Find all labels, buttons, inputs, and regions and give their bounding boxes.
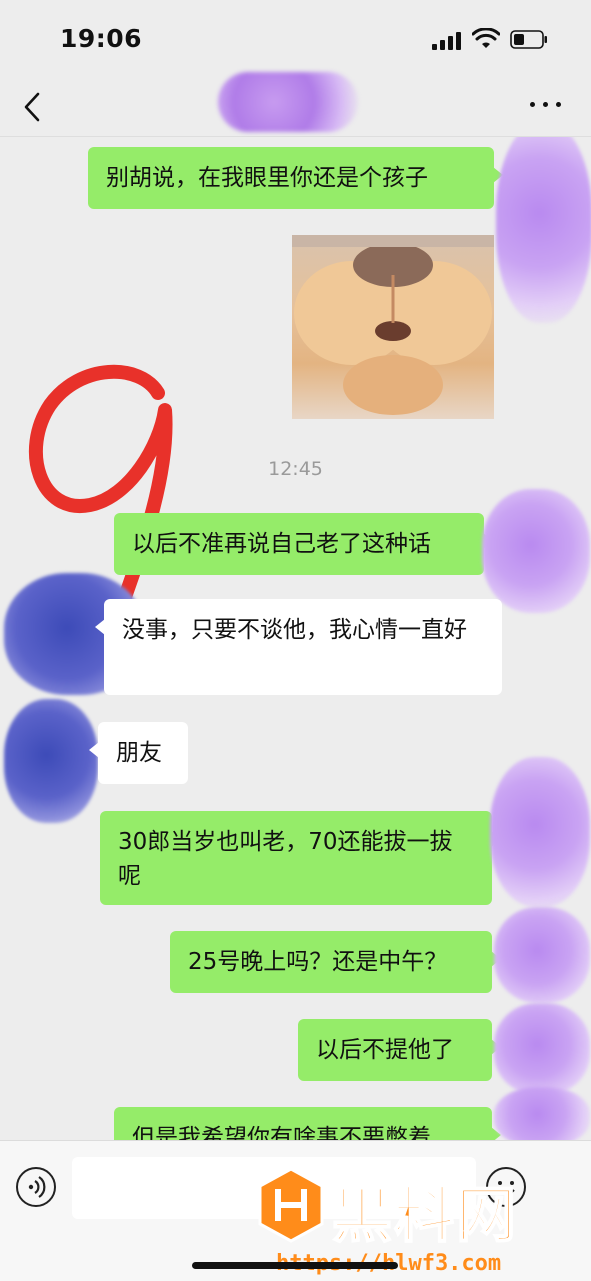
message-bubble-outgoing[interactable]: 但是我希望你有啥事不要憋着 — [114, 1107, 501, 1140]
voice-icon — [28, 1176, 46, 1198]
message-bubble-outgoing[interactable]: 以后不准再说自己老了这种话 — [114, 513, 493, 575]
voice-input-button[interactable] — [16, 1167, 56, 1207]
message-bubble-outgoing[interactable]: 25号晚上吗？还是中午？ — [170, 931, 501, 993]
message-text: 25号晚上吗？还是中午？ — [188, 949, 448, 975]
wifi-icon — [472, 28, 500, 48]
message-input-bar: 黑料网 https://hlwf3.com — [0, 1140, 591, 1281]
chat-message-list[interactable]: 别胡说，在我眼里你还是个孩子 12:45 以后不准再说自己老了这种话 没事，只要… — [0, 137, 591, 1140]
more-options-icon[interactable] — [530, 98, 566, 110]
message-text: 以后不提他了 — [316, 1037, 454, 1063]
back-arrow-icon[interactable] — [20, 90, 46, 124]
avatar-redacted — [4, 699, 98, 823]
message-text: 但是我希望你有啥事不要憋着 — [132, 1125, 431, 1140]
status-time: 19:06 — [60, 24, 143, 53]
message-text: 30郎当岁也叫老，70还能拔一拔呢 — [118, 829, 453, 889]
cat-mouth-image — [292, 235, 494, 415]
avatar-redacted — [494, 907, 590, 1003]
status-bar: 19:06 — [0, 0, 591, 80]
image-message[interactable] — [292, 235, 494, 419]
watermark-title: 黑料网 — [331, 1180, 518, 1252]
message-bubble-outgoing[interactable]: 别胡说，在我眼里你还是个孩子 — [88, 147, 503, 209]
message-bubble-incoming[interactable]: 没事，只要不谈他，我心情一直好 — [95, 599, 502, 695]
message-bubble-incoming[interactable]: 朋友 — [89, 722, 188, 784]
watermark-logo-icon — [258, 1167, 324, 1243]
contact-name-redacted — [218, 72, 358, 132]
avatar-redacted — [496, 137, 591, 323]
avatar-redacted — [494, 1003, 590, 1095]
message-text: 没事，只要不谈他，我心情一直好 — [122, 617, 467, 643]
message-text: 朋友 — [116, 740, 162, 766]
message-bubble-outgoing[interactable]: 30郎当岁也叫老，70还能拔一拔呢 — [100, 811, 501, 905]
cellular-signal-icon — [432, 32, 462, 50]
chat-header — [0, 72, 591, 137]
message-text: 以后不准再说自己老了这种话 — [132, 531, 431, 557]
message-text: 别胡说，在我眼里你还是个孩子 — [106, 165, 428, 191]
battery-icon — [510, 30, 547, 49]
avatar-redacted — [494, 1087, 590, 1140]
message-bubble-outgoing[interactable]: 以后不提他了 — [298, 1019, 501, 1081]
chat-timestamp: 12:45 — [268, 458, 323, 480]
home-indicator — [192, 1262, 398, 1269]
avatar-redacted — [482, 489, 590, 613]
avatar-redacted — [490, 757, 590, 907]
